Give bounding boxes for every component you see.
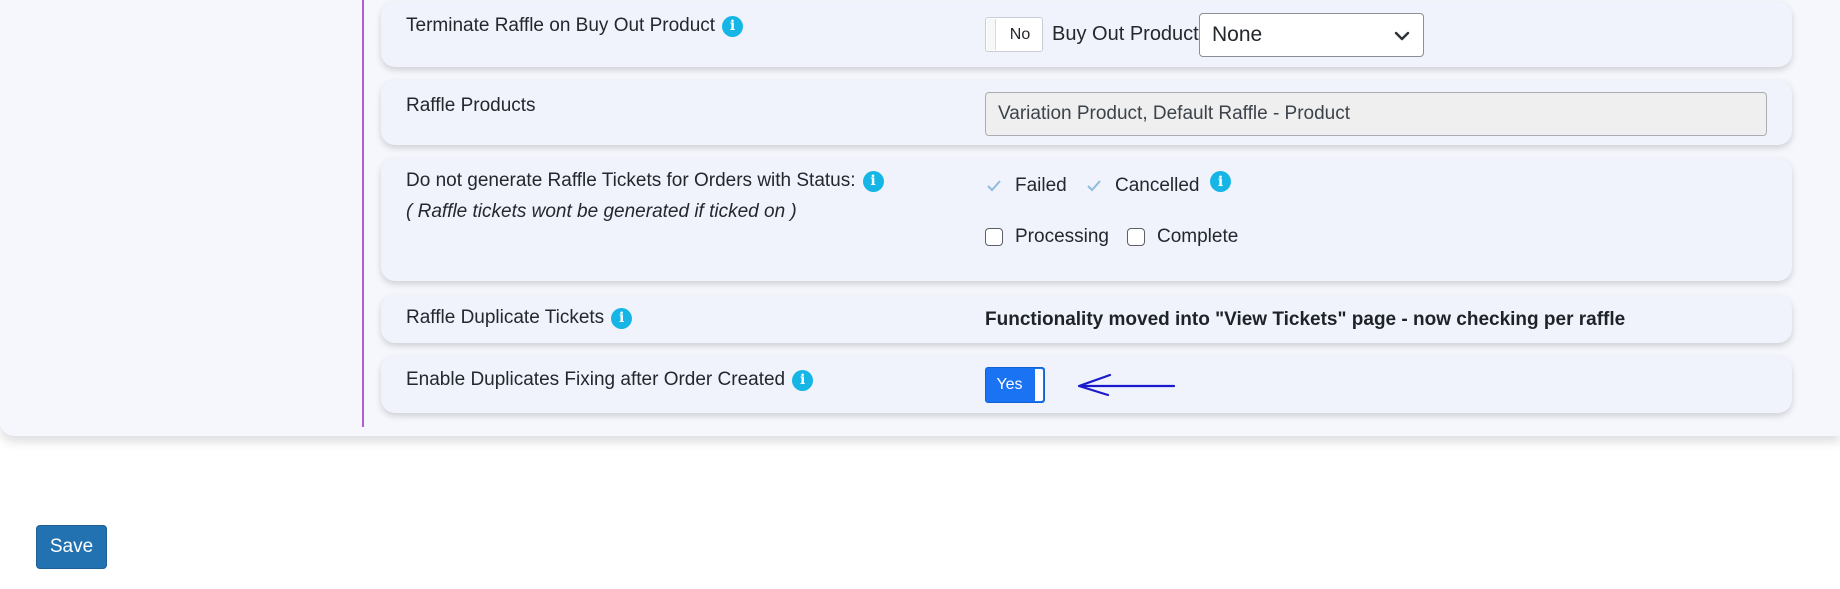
info-icon[interactable]: i xyxy=(611,307,633,329)
status-label-group: Do not generate Raffle Tickets for Order… xyxy=(406,170,884,192)
checkbox-label: Failed xyxy=(1015,175,1067,196)
fixing-label-group: Enable Duplicates Fixing after Order Cre… xyxy=(406,369,814,391)
checkbox-label: Complete xyxy=(1157,226,1239,247)
raffle-products-field[interactable]: Variation Product, Default Raffle - Prod… xyxy=(985,92,1767,136)
buyout-product-select[interactable]: None xyxy=(1199,13,1424,57)
annotation-arrow-icon xyxy=(1077,373,1176,397)
duplicates-note: Functionality moved into "View Tickets" … xyxy=(985,309,1626,330)
toggle-knob xyxy=(987,19,996,50)
terminate-toggle-label: No xyxy=(1009,25,1031,43)
setting-row-terminate: Terminate Raffle on Buy Out Product i No… xyxy=(381,2,1792,67)
chevron-down-icon xyxy=(1394,31,1410,41)
checkbox-label: Cancelled xyxy=(1115,175,1200,196)
checkbox-checked-icon[interactable] xyxy=(985,177,1003,195)
setting-row-products: Raffle Products Variation Product, Defau… xyxy=(381,80,1792,145)
info-icon[interactable]: i xyxy=(862,170,884,192)
checkbox-checked-icon[interactable] xyxy=(1085,177,1103,195)
terminate-label: Terminate Raffle on Buy Out Product xyxy=(406,15,716,36)
section-divider xyxy=(362,0,364,427)
products-label: Raffle Products xyxy=(406,95,536,116)
settings-panel: Terminate Raffle on Buy Out Product i No… xyxy=(0,0,1840,436)
raffle-products-value: Variation Product, Default Raffle - Prod… xyxy=(998,103,1351,124)
checkbox-processing[interactable]: Processing xyxy=(985,226,1109,248)
info-icon[interactable]: i xyxy=(792,369,814,391)
setting-row-fixing: Enable Duplicates Fixing after Order Cre… xyxy=(381,356,1792,413)
fixing-toggle-label: Yes xyxy=(996,376,1023,393)
buyout-product-value: None xyxy=(1212,23,1263,46)
buyout-product-label: Buy Out Product xyxy=(1052,23,1199,45)
terminate-label-group: Terminate Raffle on Buy Out Product i xyxy=(406,15,744,37)
setting-row-duplicates: Raffle Duplicate Tickets i Functionality… xyxy=(381,295,1792,343)
fixing-toggle[interactable]: Yes xyxy=(985,367,1045,403)
products-label-group: Raffle Products xyxy=(406,95,536,117)
status-sublabel: ( Raffle tickets wont be generated if ti… xyxy=(406,201,797,222)
fixing-label: Enable Duplicates Fixing after Order Cre… xyxy=(406,369,786,390)
checkbox-empty-icon[interactable] xyxy=(985,228,1003,246)
save-button[interactable]: Save xyxy=(36,525,107,569)
checkbox-cancelled[interactable]: Cancelled xyxy=(1085,175,1200,197)
duplicates-label-group: Raffle Duplicate Tickets i xyxy=(406,307,633,329)
info-icon[interactable]: i xyxy=(1210,171,1231,192)
checkbox-failed[interactable]: Failed xyxy=(985,175,1067,197)
terminate-toggle[interactable]: No xyxy=(985,17,1043,52)
checkbox-complete[interactable]: Complete xyxy=(1127,226,1238,248)
info-icon[interactable]: i xyxy=(722,15,744,37)
status-label: Do not generate Raffle Tickets for Order… xyxy=(406,170,856,191)
setting-row-status: Do not generate Raffle Tickets for Order… xyxy=(381,158,1792,281)
toggle-knob xyxy=(1035,369,1043,401)
duplicates-label: Raffle Duplicate Tickets xyxy=(406,307,605,328)
checkbox-empty-icon[interactable] xyxy=(1127,228,1145,246)
checkbox-label: Processing xyxy=(1015,226,1109,247)
